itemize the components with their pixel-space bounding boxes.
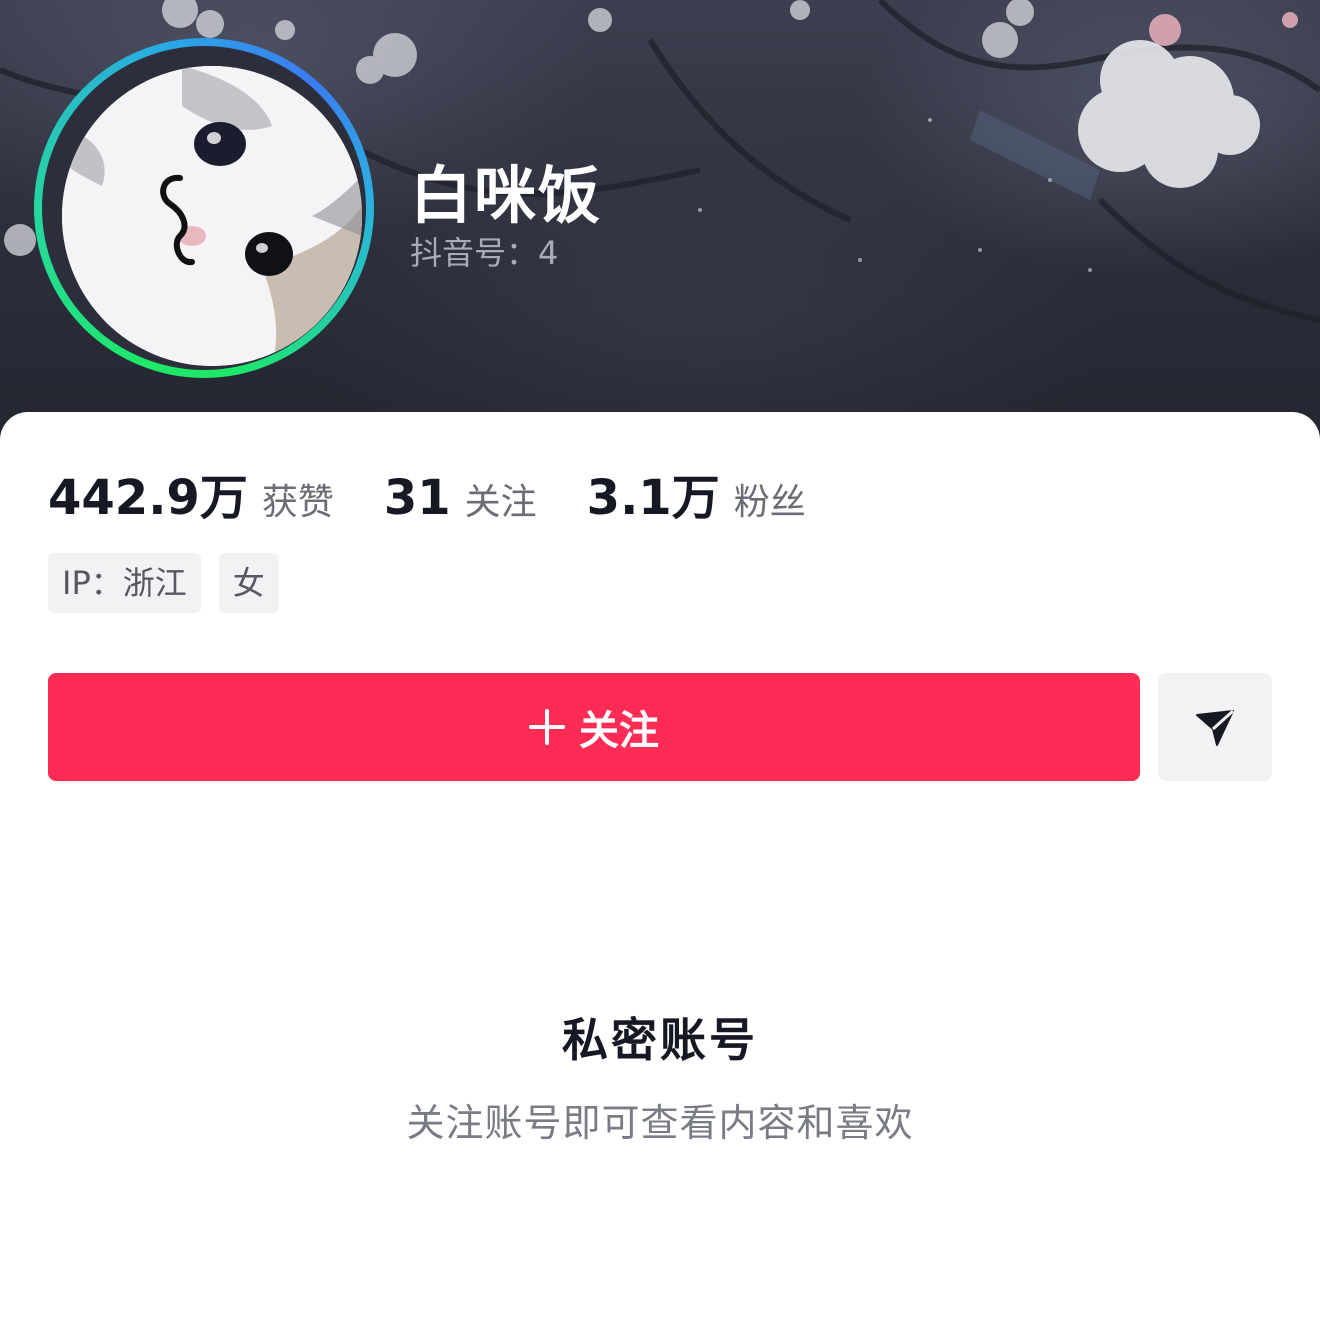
stat-value: 31 bbox=[383, 470, 451, 526]
stat-label: 获赞 bbox=[261, 482, 334, 523]
private-account-title: 私密账号 bbox=[562, 1013, 758, 1067]
profile-tags: IP：浙江 女 bbox=[48, 553, 297, 613]
cat-avatar-icon bbox=[62, 66, 362, 366]
tag-ip-location: IP：浙江 bbox=[48, 553, 201, 613]
profile-nickname: 白咪饭 bbox=[410, 159, 603, 232]
private-account-hint: 关注账号即可查看内容和喜欢 bbox=[406, 1101, 914, 1145]
profile-card: 442.9万 获赞 31 关注 3.1万 粉丝 IP：浙江 女 关注 私密账号 … bbox=[0, 412, 1320, 1320]
follow-button[interactable]: 关注 bbox=[48, 673, 1140, 781]
message-button[interactable] bbox=[1158, 673, 1272, 781]
profile-banner: 白咪饭 抖音号：4 bbox=[0, 0, 1320, 460]
avatar-ring bbox=[34, 38, 374, 378]
follow-button-label: 关注 bbox=[579, 708, 659, 754]
profile-page: 白咪饭 抖音号：4 442.9万 获赞 31 关注 3.1万 粉丝 IP：浙江 … bbox=[0, 0, 1320, 1320]
plus-icon bbox=[529, 709, 565, 745]
avatar-gap bbox=[42, 46, 366, 370]
account-id[interactable]: 抖音号：4 bbox=[410, 228, 558, 274]
send-icon bbox=[1196, 709, 1235, 746]
avatar[interactable] bbox=[62, 66, 362, 366]
stat-value: 442.9万 bbox=[48, 470, 248, 526]
stat-label: 关注 bbox=[464, 482, 537, 523]
stat-label: 粉丝 bbox=[733, 482, 806, 523]
stats-row: 442.9万 获赞 31 关注 3.1万 粉丝 bbox=[48, 458, 806, 528]
stat-value: 3.1万 bbox=[586, 470, 720, 526]
stat-followers[interactable]: 3.1万 粉丝 bbox=[587, 458, 806, 528]
tag-gender: 女 bbox=[218, 553, 279, 613]
stat-likes[interactable]: 442.9万 获赞 bbox=[48, 458, 334, 528]
stat-following[interactable]: 31 关注 bbox=[384, 470, 537, 526]
